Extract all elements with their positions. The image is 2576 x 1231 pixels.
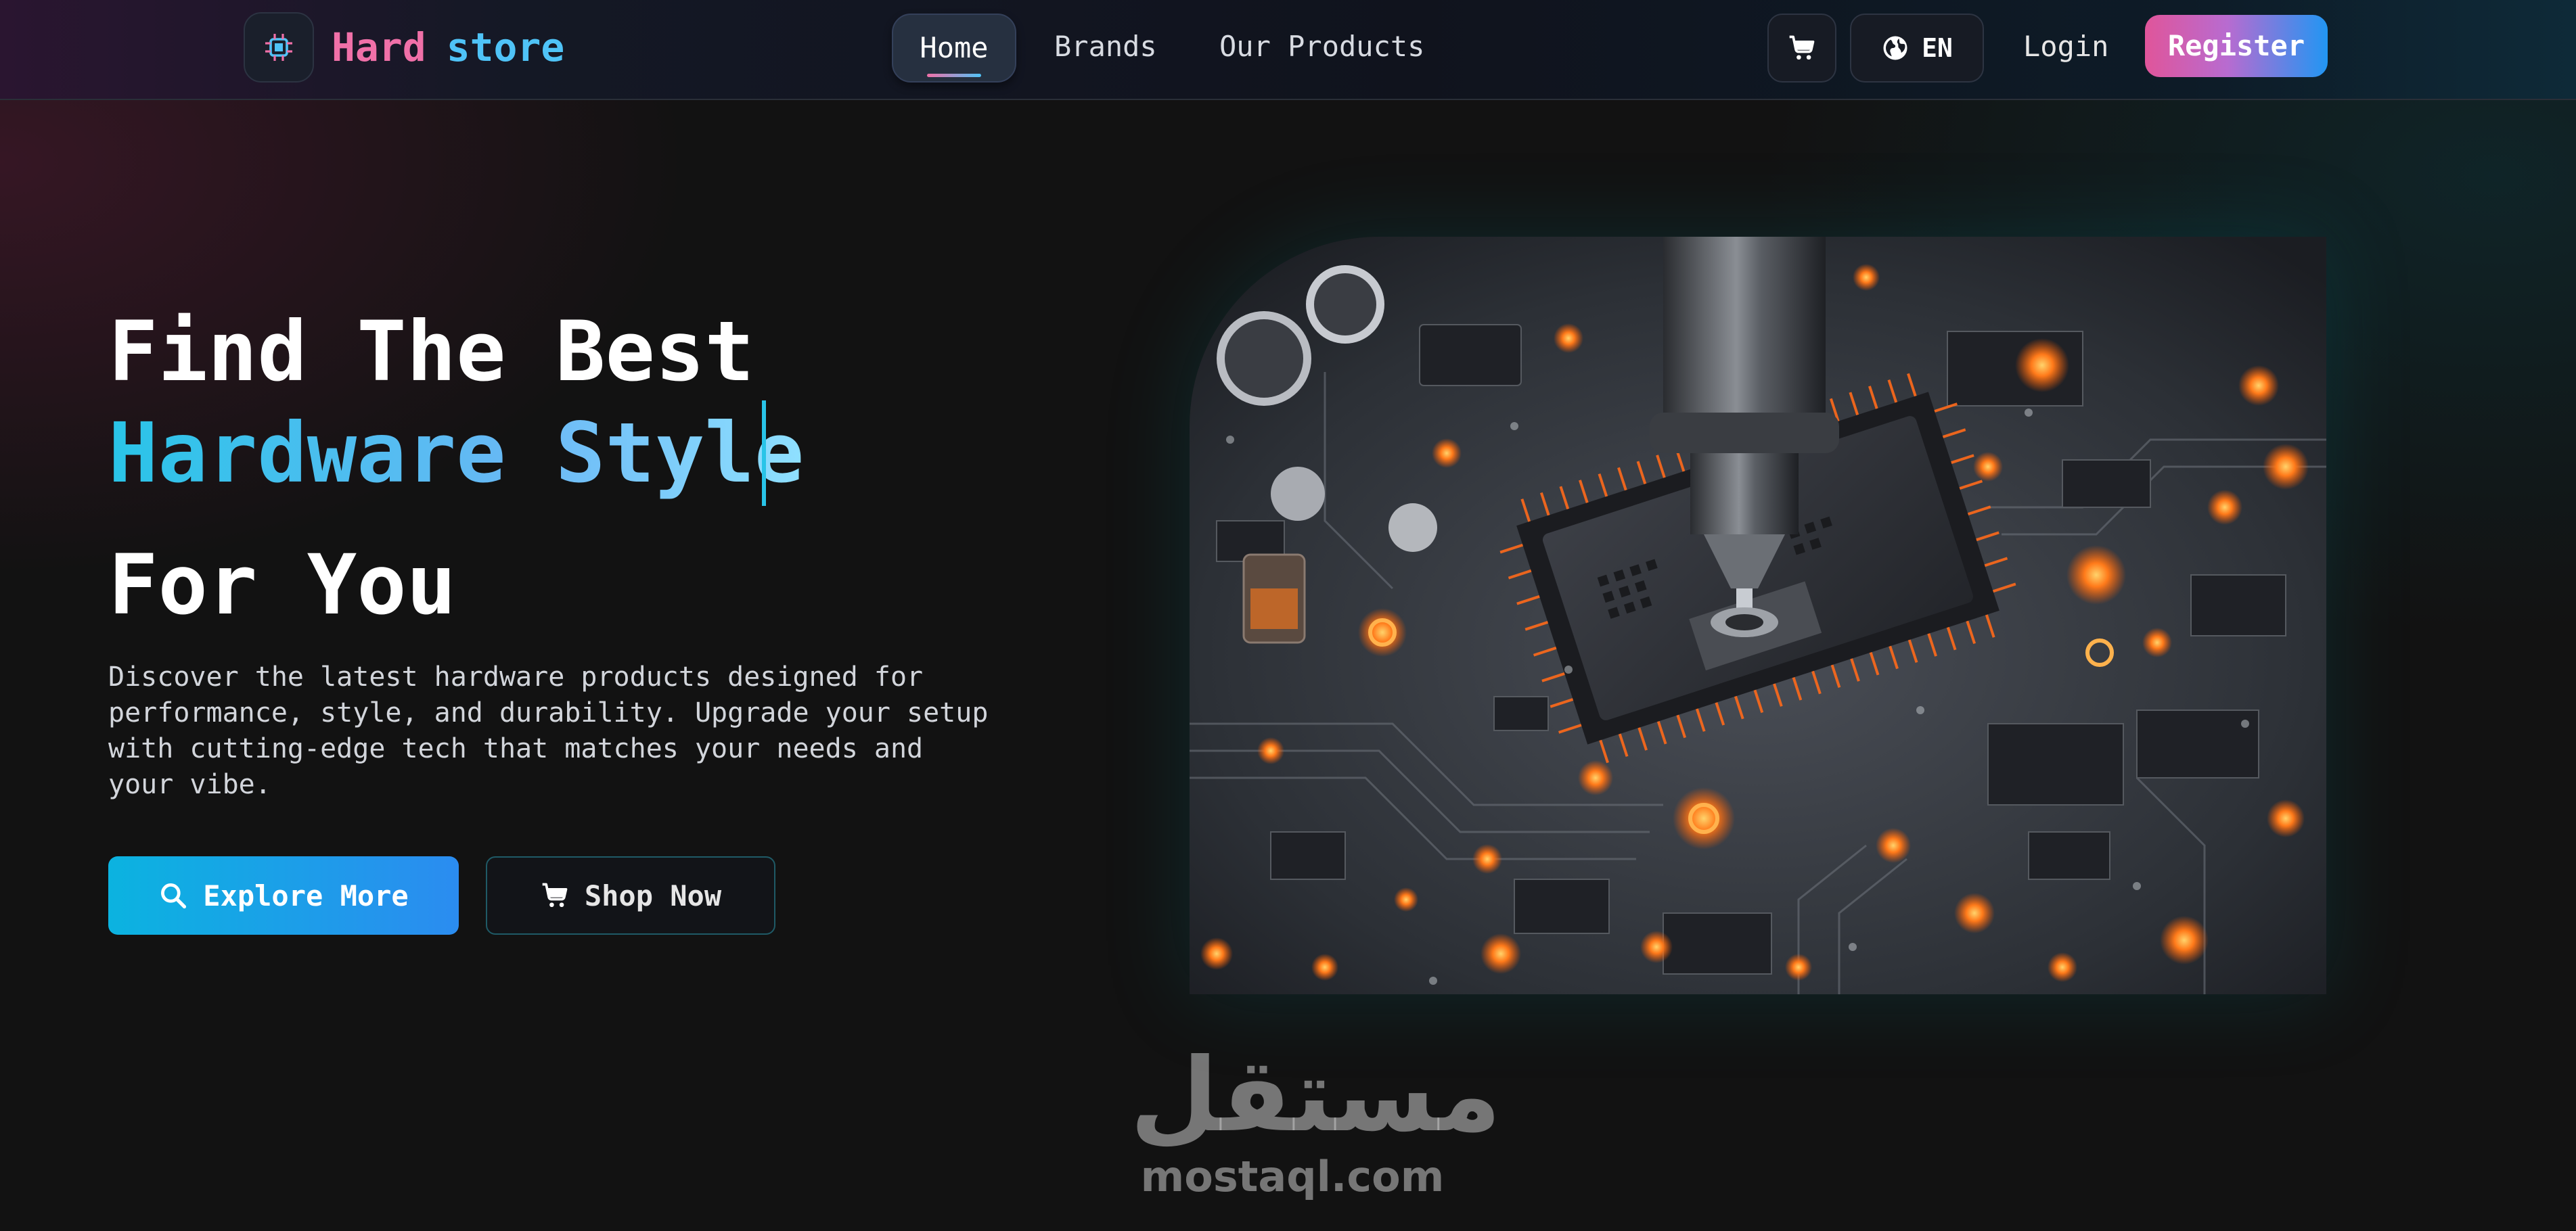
- explore-more-label: Explore More: [203, 879, 409, 912]
- language-label: EN: [1922, 33, 1953, 63]
- brand-name-part1: Hard: [332, 24, 426, 70]
- login-link[interactable]: Login: [2023, 14, 2108, 80]
- brand-name-part2: store: [446, 24, 565, 70]
- globe-icon: [1883, 36, 1907, 60]
- nav-home[interactable]: Home: [892, 14, 1016, 83]
- cart-icon: [1789, 35, 1815, 60]
- top-navbar: Hard store Home Brands Our Products EN Lo…: [0, 0, 2576, 100]
- brand-name[interactable]: Hard store: [332, 20, 564, 74]
- search-icon: [161, 883, 187, 909]
- hero-description: Discover the latest hardware products de…: [108, 661, 989, 800]
- cart-icon: [542, 883, 568, 908]
- hero-title-line1: Find The Best: [108, 304, 754, 400]
- nav-brands[interactable]: Brands: [1054, 14, 1157, 80]
- typing-cursor: [762, 400, 766, 506]
- cart-button[interactable]: [1767, 14, 1836, 83]
- hero-title-line3: For You: [108, 537, 457, 633]
- watermark-latin: mostaql.com: [1140, 1152, 1445, 1201]
- shop-now-label: Shop Now: [584, 879, 722, 912]
- explore-more-button[interactable]: Explore More: [108, 856, 459, 935]
- watermark-arabic: مستقل: [1130, 1037, 1501, 1155]
- nav-our-products[interactable]: Our Products: [1219, 14, 1424, 80]
- hero-circuit-board-image: [1190, 237, 2326, 994]
- shop-now-button[interactable]: Shop Now: [486, 856, 775, 935]
- hero-title-line2: Hardware Style: [108, 399, 804, 507]
- page: Hard store Home Brands Our Products EN Lo…: [0, 0, 2576, 1231]
- cpu-chip-icon: [265, 34, 292, 61]
- circuit-board-illustration: [1190, 237, 2326, 994]
- register-button[interactable]: Register: [2145, 15, 2328, 77]
- language-selector[interactable]: EN: [1850, 14, 1984, 83]
- logo-button[interactable]: [244, 12, 314, 83]
